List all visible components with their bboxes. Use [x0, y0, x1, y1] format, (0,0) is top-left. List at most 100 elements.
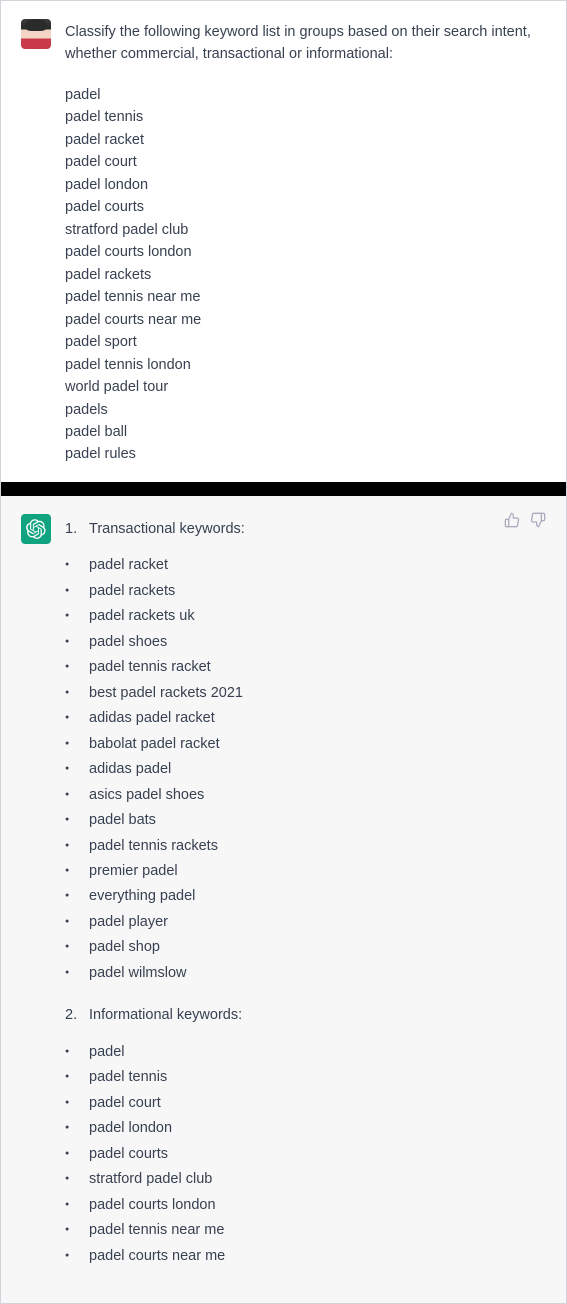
keyword-line: padel rackets [65, 264, 546, 286]
chat-container: Classify the following keyword list in g… [0, 0, 567, 1304]
list-item-text: best padel rackets 2021 [89, 682, 243, 704]
bullet-icon: ● [65, 631, 79, 653]
list-item-text: padel wilmslow [89, 962, 187, 984]
bullet-icon: ● [65, 1041, 79, 1063]
list-item: ●stratford padel club [65, 1168, 546, 1190]
bullet-icon: ● [65, 784, 79, 806]
bullet-icon: ● [65, 936, 79, 958]
assistant-avatar [21, 514, 51, 544]
thumbs-up-icon[interactable] [504, 512, 520, 528]
keyword-bullet-list: ● padel racket ● padel rackets ● padel racket… [65, 554, 546, 984]
bullet-icon: ● [65, 682, 79, 704]
thumbs-down-icon[interactable] [530, 512, 546, 528]
list-item: ● padel tennis rackets [65, 835, 546, 857]
bullet-icon: ● [65, 1245, 79, 1267]
keyword-line: stratford padel club [65, 219, 546, 241]
bullet-icon: ● [65, 656, 79, 678]
keyword-line: padel [65, 84, 546, 106]
list-item: ●babolat padel racket [65, 733, 546, 755]
list-item: ● padel court [65, 1092, 546, 1114]
section-divider [1, 482, 566, 496]
list-item-text: padel tennis near me [89, 1219, 224, 1241]
list-item: ● adidas padel [65, 758, 546, 780]
keyword-line: padel tennis london [65, 354, 546, 376]
list-item-text: asics padel shoes [89, 784, 204, 806]
bullet-icon: ● [65, 885, 79, 907]
keyword-line: padel racket [65, 129, 546, 151]
list-item-text: padel courts london [89, 1194, 216, 1216]
list-item: ● padel rackets uk [65, 605, 546, 627]
list-item-text: padel court [89, 1092, 161, 1114]
list-item: ● padel shop [65, 936, 546, 958]
list-item-text: padel london [89, 1117, 172, 1139]
list-item: ● padel bats [65, 809, 546, 831]
assistant-content: 1.Transactional keywords:●padel racket●p… [65, 514, 546, 1287]
list-item-text: padel tennis rackets [89, 835, 218, 857]
list-item: ● padel tennis near me [65, 1219, 546, 1241]
list-item-text: padel tennis [89, 1066, 167, 1088]
list-item: ● padel tennis racket [65, 656, 546, 678]
bullet-icon: ● [65, 1194, 79, 1216]
keyword-line: padel tennis [65, 106, 546, 128]
bullet-icon: ● [65, 707, 79, 729]
bullet-icon: ● [65, 758, 79, 780]
bullet-icon: ● [65, 809, 79, 831]
bullet-icon: ● [65, 962, 79, 984]
list-item-text: padel shoes [89, 631, 167, 653]
keyword-line: padel rules [65, 443, 546, 465]
bullet-icon: ● [65, 1219, 79, 1241]
list-item: ● padel player [65, 911, 546, 933]
group-number: 1. [65, 518, 79, 540]
list-item-text: padel racket [89, 554, 168, 576]
list-item-text: adidas padel racket [89, 707, 215, 729]
list-item: ● adidas padel racket [65, 707, 546, 729]
list-item-text: padel player [89, 911, 168, 933]
list-item-text: padel rackets [89, 580, 175, 602]
list-item-text: padel bats [89, 809, 156, 831]
keyword-line: padel courts london [65, 241, 546, 263]
list-item-text: padel tennis racket [89, 656, 211, 678]
group-header: 2.Informational keywords: [65, 1004, 546, 1026]
list-item-text: padel rackets uk [89, 605, 195, 627]
list-item: ● padel shoes [65, 631, 546, 653]
list-item-text: padel courts near me [89, 1245, 225, 1267]
list-item-text: padel courts [89, 1143, 168, 1165]
list-item: ●padel tennis [65, 1066, 546, 1088]
bullet-icon: ● [65, 911, 79, 933]
bullet-icon: ● [65, 1117, 79, 1139]
group-header: 1. Transactional keywords: [65, 518, 546, 540]
bullet-icon: ● [65, 580, 79, 602]
keyword-line: padel ball [65, 421, 546, 443]
group-title: Transactional keywords: [89, 518, 245, 540]
keyword-line: padel tennis near me [65, 286, 546, 308]
list-item-text: stratford padel club [89, 1168, 212, 1190]
bullet-icon: ● [65, 605, 79, 627]
openai-logo-icon [26, 519, 46, 539]
list-item: ● padel rackets [65, 580, 546, 602]
list-item: ●padel courts [65, 1143, 546, 1165]
bullet-icon: ● [65, 554, 79, 576]
bullet-icon: ● [65, 835, 79, 857]
group-number: 2. [65, 1004, 79, 1026]
user-message: Classify the following keyword list in g… [1, 1, 566, 482]
keyword-line: padels [65, 399, 546, 421]
list-item: ● padel london [65, 1117, 546, 1139]
list-item-text: everything padel [89, 885, 195, 907]
bullet-icon: ● [65, 1092, 79, 1114]
user-avatar [21, 19, 51, 49]
list-item: ● padel courts near me [65, 1245, 546, 1267]
list-item: ● padel wilmslow [65, 962, 546, 984]
list-item-text: premier padel [89, 860, 178, 882]
keyword-line: world padel tour [65, 376, 546, 398]
list-item: ● padel courts london [65, 1194, 546, 1216]
list-item-text: padel [89, 1041, 124, 1063]
keyword-line: padel court [65, 151, 546, 173]
user-keyword-list: padelpadel tennispadel racketpadel court… [65, 84, 546, 466]
user-prompt-text: Classify the following keyword list in g… [65, 21, 546, 66]
list-item: ● best padel rackets 2021 [65, 682, 546, 704]
list-item-text: adidas padel [89, 758, 171, 780]
list-item: ● padel racket [65, 554, 546, 576]
list-item-text: babolat padel racket [89, 733, 220, 755]
list-item-text: padel shop [89, 936, 160, 958]
keyword-line: padel sport [65, 331, 546, 353]
